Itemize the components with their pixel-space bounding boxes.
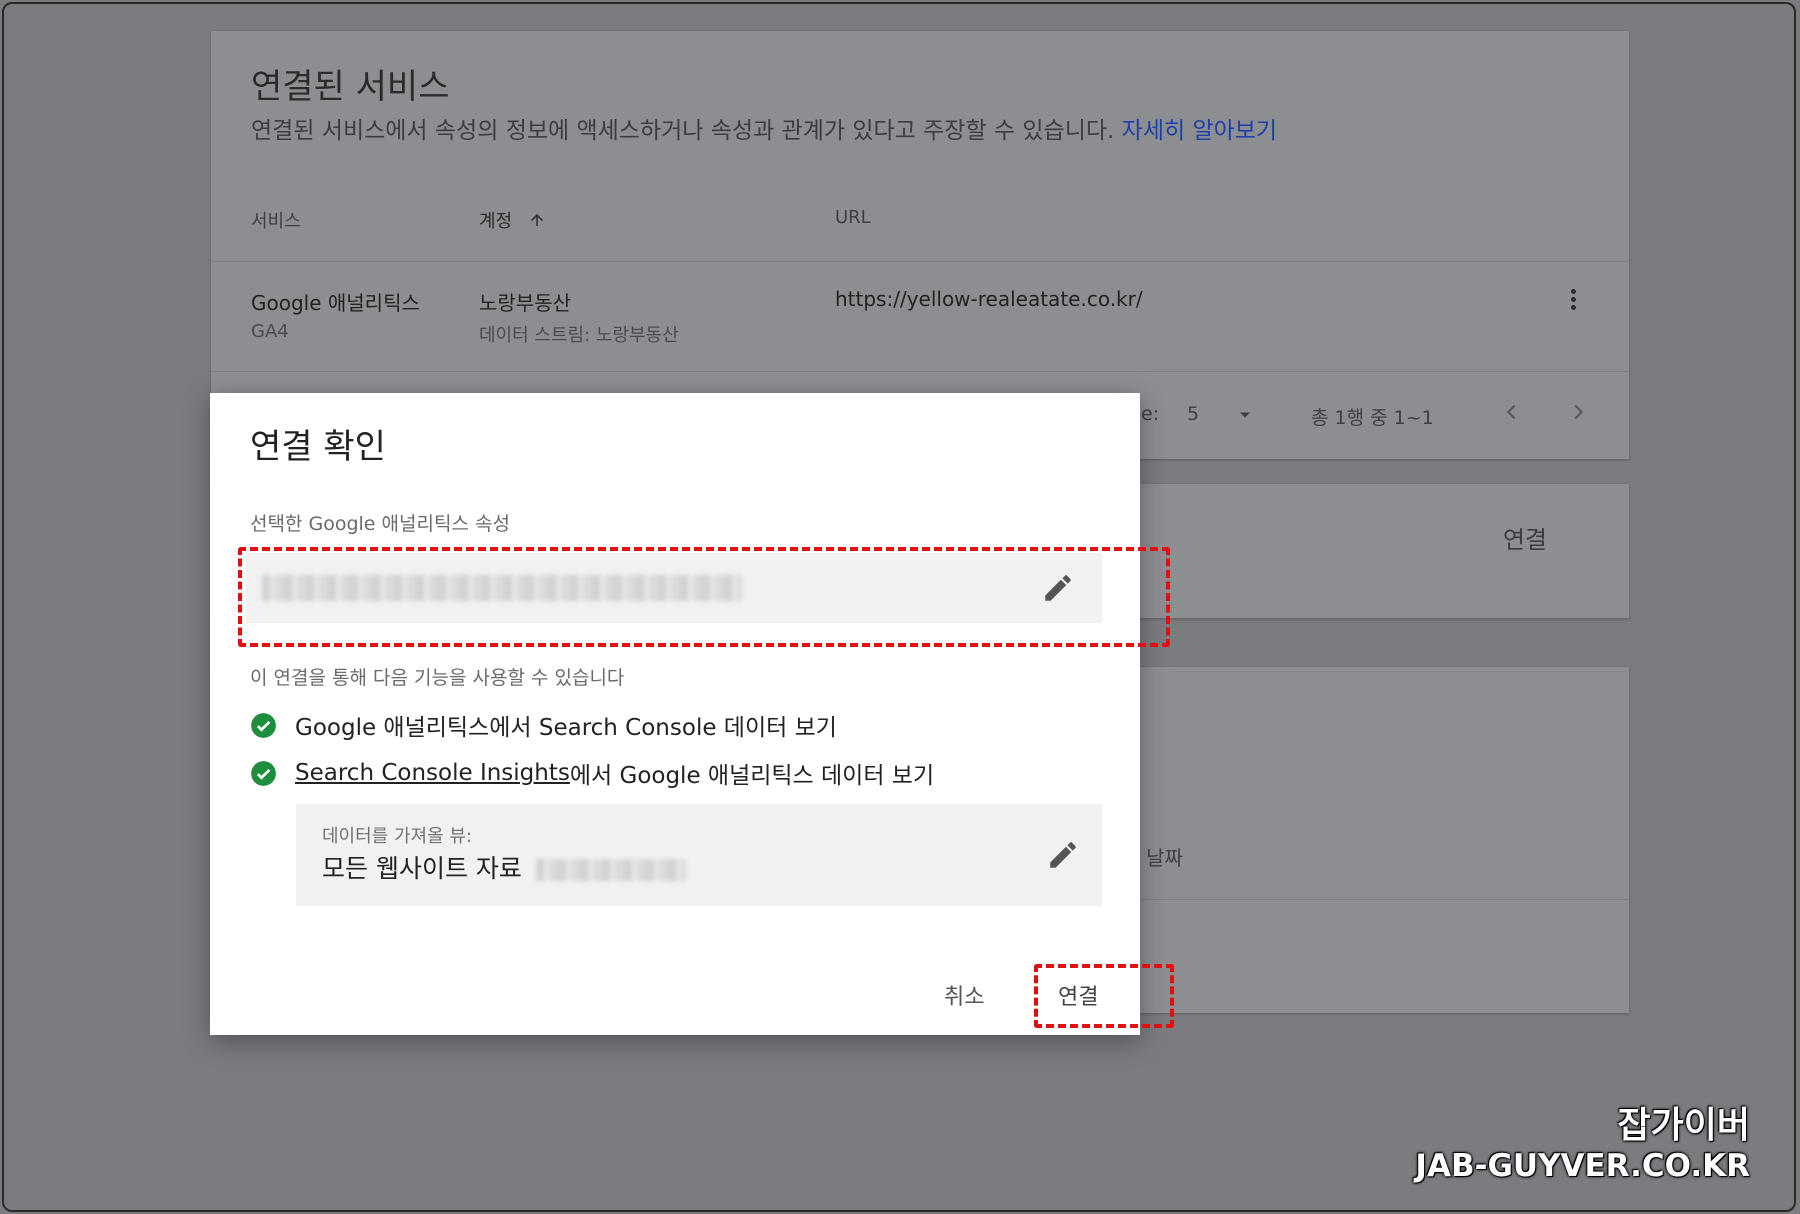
pager-range: 총 1행 중 1~1: [1311, 407, 1434, 429]
confirm-connection-dialog: 연결 확인 선택한 Google 애널리틱스 속성 이 연결을 통해 다음 기능…: [210, 393, 1140, 1035]
learn-more-link[interactable]: 자세히 알아보기: [1122, 118, 1277, 144]
chevron-right-icon[interactable]: [1567, 401, 1589, 423]
more-vert-icon[interactable]: [1571, 289, 1577, 313]
card2-connect-button[interactable]: 연결: [1503, 520, 1547, 555]
features-label: 이 연결을 통해 다음 기능을 사용할 수 있습니다: [250, 667, 625, 689]
search-console-insights-link[interactable]: Search Console Insights: [295, 760, 570, 786]
table-divider: [211, 261, 1629, 262]
check-circle-icon: [251, 712, 276, 738]
watermark-title: 잡가이버: [1617, 1105, 1750, 1146]
screenshot-frame: 연결된 서비스 연결된 서비스에서 속성의 정보에 액세스하거나 속성과 관계가…: [2, 2, 1796, 1212]
redacted-view-id: [535, 859, 686, 881]
header-account-label: 계정: [479, 211, 513, 232]
header-service[interactable]: 서비스: [251, 207, 301, 233]
header-account[interactable]: 계정: [479, 207, 546, 233]
linked-services-description: 연결된 서비스에서 속성의 정보에 액세스하거나 속성과 관계가 있다고 주장할…: [251, 111, 1277, 145]
selected-property-label: 선택한 Google 애널리틱스 속성: [250, 513, 510, 535]
rows-per-page-label: e:: [1141, 403, 1160, 425]
highlight-box-property: [238, 547, 1170, 647]
cancel-button[interactable]: 취소: [944, 979, 984, 1011]
chevron-left-icon[interactable]: [1501, 401, 1523, 423]
pencil-icon: [1050, 842, 1076, 868]
watermark-url: JAB-GUYVER.CO.KR: [1415, 1148, 1750, 1184]
feature-text: Google 애널리틱스에서 Search Console 데이터 보기: [295, 715, 837, 741]
view-value-text: 모든 웹사이트 자료: [322, 854, 522, 883]
dialog-title: 연결 확인: [250, 427, 386, 467]
view-value: 모든 웹사이트 자료: [322, 849, 686, 885]
arrow-up-icon: [531, 214, 544, 226]
highlight-box-connect: [1034, 964, 1174, 1028]
view-select-field[interactable]: 데이터를 가져올 뷰: 모든 웹사이트 자료: [296, 804, 1102, 906]
row-account-sub: 데이터 스트림: 노랑부동산: [479, 325, 679, 346]
row-account: 노랑부동산: [479, 291, 571, 315]
rows-per-page-value: 5: [1187, 403, 1200, 425]
row-service-sub: GA4: [251, 321, 289, 342]
view-label: 데이터를 가져올 뷰:: [322, 826, 472, 847]
edit-view-button[interactable]: [1046, 838, 1080, 872]
feature-text: 에서 Google 애널리틱스 데이터 보기: [569, 763, 935, 789]
header-url: URL: [835, 207, 871, 228]
description-text: 연결된 서비스에서 속성의 정보에 액세스하거나 속성과 관계가 있다고 주장할…: [251, 118, 1115, 144]
check-circle-icon: [251, 760, 276, 786]
feature-item: Search Console Insights 에서 Google 애널리틱스 데…: [250, 756, 934, 790]
dropdown-arrow-icon: [1240, 412, 1251, 417]
feature-item: Google 애널리틱스에서 Search Console 데이터 보기: [250, 708, 837, 742]
table-divider: [211, 371, 1629, 372]
row-service: Google 애널리틱스: [251, 291, 420, 315]
rows-per-page-select[interactable]: 5: [1187, 403, 1255, 425]
row-url: https://yellow-realeatate.co.kr/: [835, 287, 1143, 311]
linked-services-title: 연결된 서비스: [251, 67, 450, 107]
